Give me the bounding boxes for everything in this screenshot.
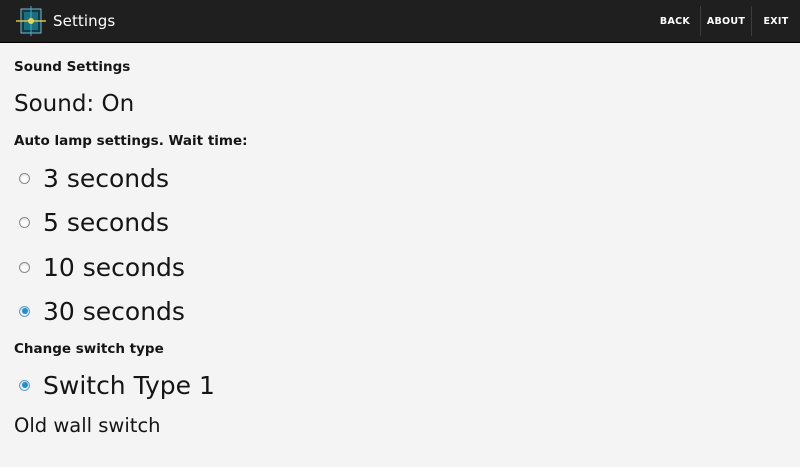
action-bar: Settings BACK ABOUT EXIT (0, 0, 800, 43)
switch-type-header: Change switch type (14, 341, 164, 357)
wait-time-option-30s[interactable]: 30 seconds (19, 293, 185, 329)
exit-button[interactable]: EXIT (752, 0, 800, 42)
radio-label: 3 seconds (43, 163, 170, 193)
radio-button-selected[interactable] (19, 379, 30, 391)
radio-button-selected[interactable] (19, 305, 30, 317)
radio-button[interactable] (19, 216, 30, 228)
radio-button[interactable] (19, 261, 30, 273)
radio-label: 30 seconds (43, 296, 185, 326)
action-bar-actions: BACK ABOUT EXIT (648, 0, 800, 42)
radio-button[interactable] (19, 172, 30, 184)
page-title: Settings (53, 12, 116, 30)
wait-time-option-5s[interactable]: 5 seconds (19, 204, 169, 240)
wait-time-option-10s[interactable]: 10 seconds (19, 249, 185, 285)
wait-time-option-3s[interactable]: 3 seconds (19, 160, 169, 196)
radio-label: 10 seconds (43, 252, 185, 282)
settings-content: Sound Settings Sound: On Auto lamp setti… (0, 43, 800, 467)
sound-settings-header: Sound Settings (14, 59, 131, 75)
radio-label: Switch Type 1 (43, 370, 215, 400)
switch-type-option-1[interactable]: Switch Type 1 (19, 367, 215, 403)
sound-toggle[interactable]: Sound: On (14, 91, 134, 117)
switch-type-description: Old wall switch (14, 414, 161, 437)
radio-label: 5 seconds (43, 207, 170, 237)
back-button[interactable]: BACK (648, 0, 700, 42)
app-icon[interactable] (16, 6, 46, 36)
auto-lamp-header: Auto lamp settings. Wait time: (14, 133, 248, 149)
about-button[interactable]: ABOUT (701, 0, 751, 42)
